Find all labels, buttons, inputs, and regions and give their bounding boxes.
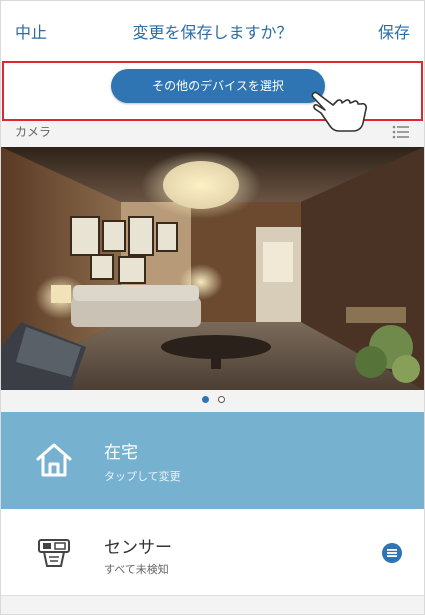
app-screen: 中止 変更を保存しますか？ 保存 その他のデバイスを選択 カメラ 在宅 タップし… — [0, 0, 425, 615]
save-button[interactable]: 保存 — [378, 23, 410, 43]
carousel-indicator — [1, 390, 424, 410]
camera-label: カメラ — [15, 125, 52, 139]
sensor-title: センサー — [104, 538, 172, 558]
mode-card-home[interactable]: 在宅 タップして変更 — [1, 412, 424, 509]
home-icon — [36, 443, 72, 477]
camera-view-image[interactable] — [1, 147, 424, 390]
carousel-dot-active[interactable] — [202, 396, 209, 403]
sensor-subtitle: すべて未検知 — [104, 563, 169, 576]
mode-title: 在宅 — [104, 443, 138, 463]
select-other-device-button[interactable]: その他のデバイスを選択 — [111, 69, 325, 103]
mode-subtitle: タップして変更 — [104, 470, 181, 483]
top-bar: 中止 変更を保存しますか？ 保存 — [1, 1, 424, 64]
cancel-button[interactable]: 中止 — [15, 23, 47, 43]
list-icon[interactable] — [392, 125, 410, 139]
carousel-dot[interactable] — [218, 396, 225, 403]
menu-circle-icon[interactable] — [382, 543, 402, 563]
hand-pointer-icon — [311, 91, 367, 132]
sensor-row[interactable]: センサー すべて未検知 — [1, 509, 424, 596]
page-title: 変更を保存しますか？ — [132, 23, 293, 42]
sensor-device-icon — [38, 539, 70, 567]
